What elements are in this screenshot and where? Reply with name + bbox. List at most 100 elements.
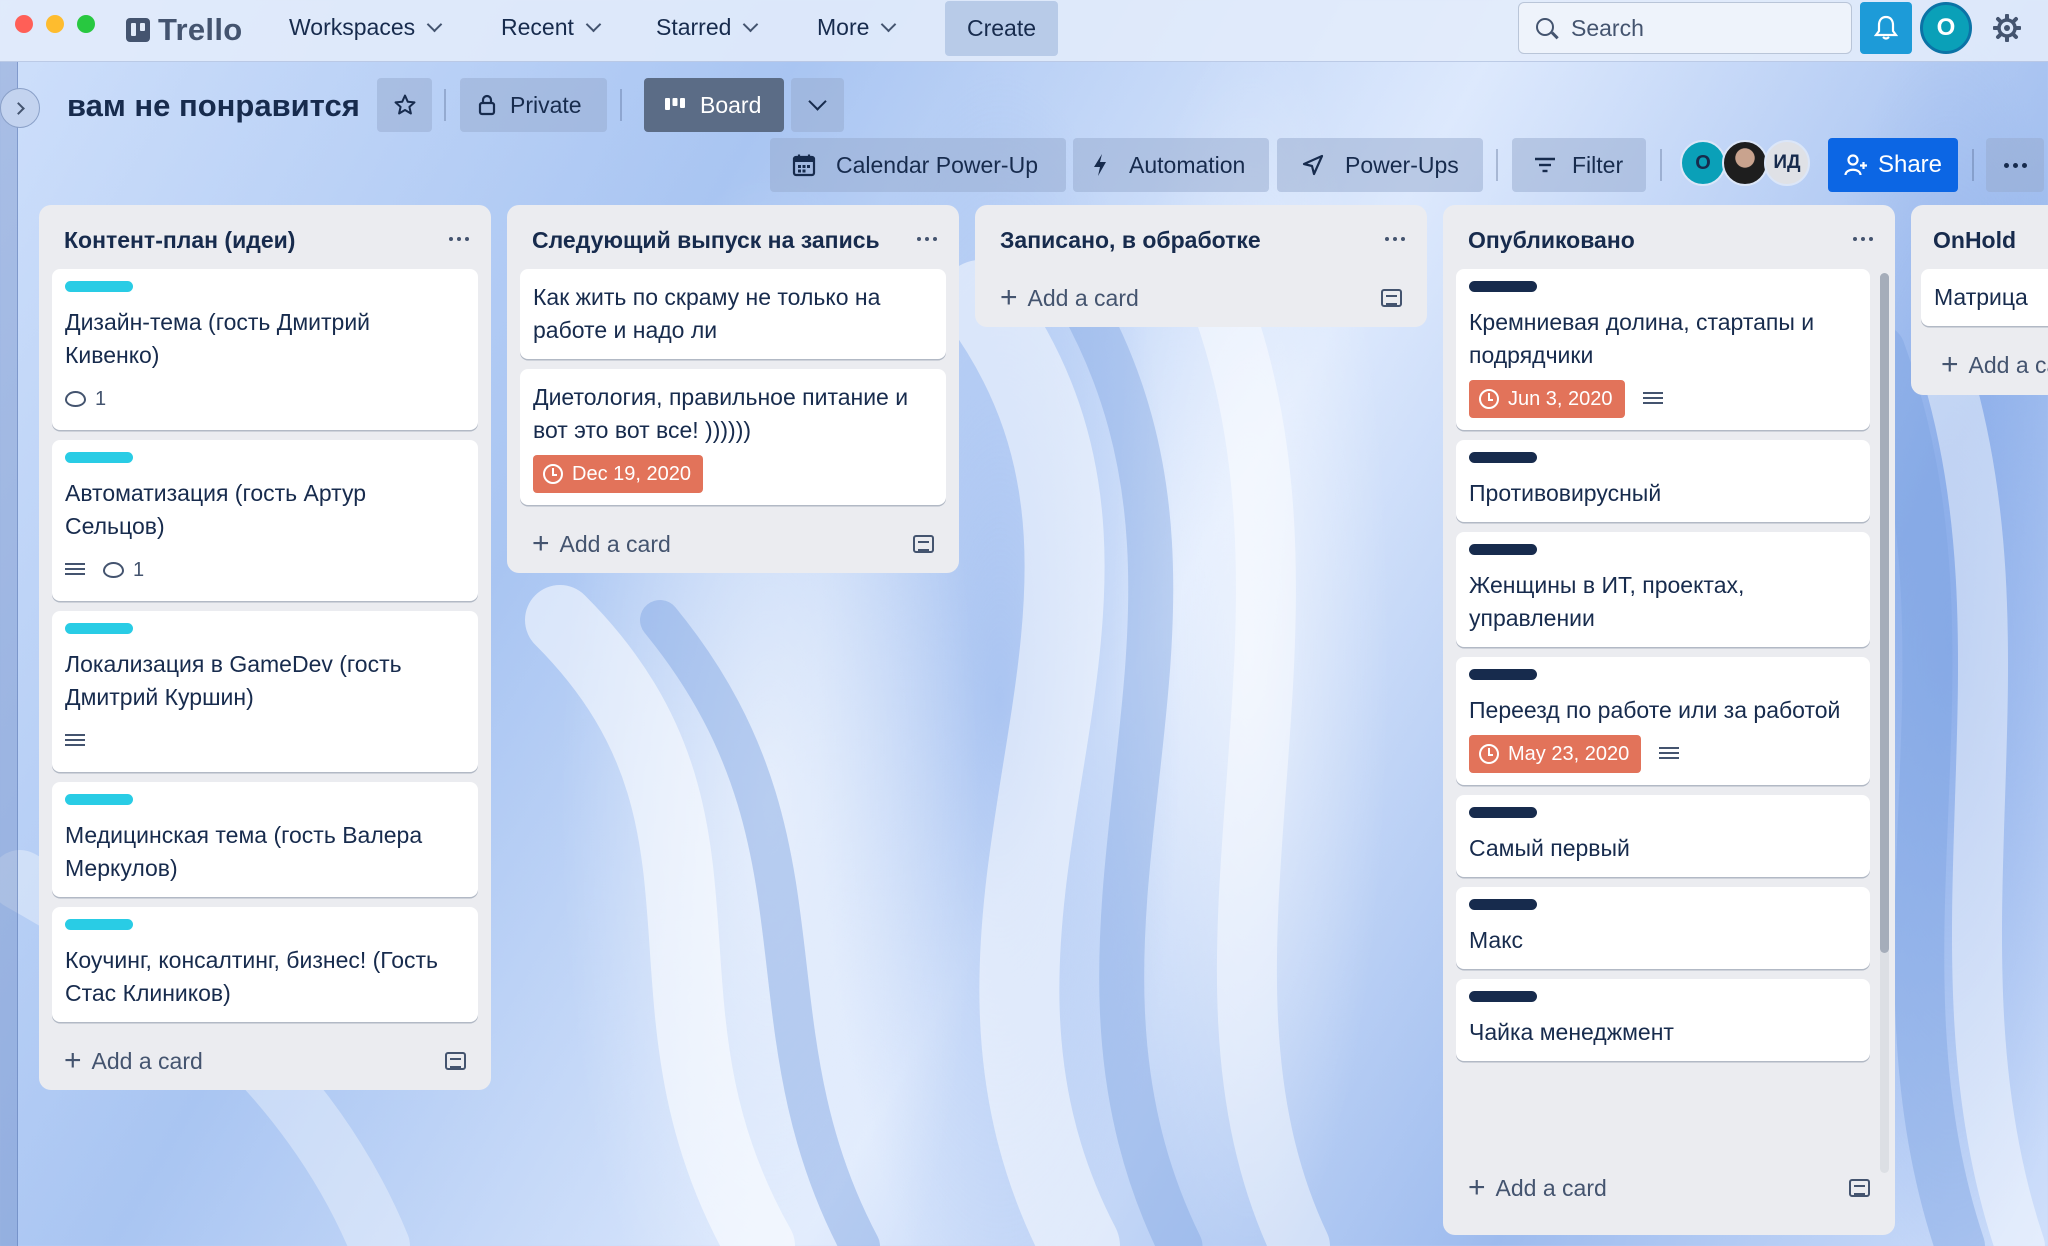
card-label[interactable]: [1469, 544, 1537, 555]
search-placeholder: Search: [1571, 14, 1644, 41]
card[interactable]: Женщины в ИТ, проектах, управлении: [1456, 532, 1870, 647]
account-avatar[interactable]: O: [1920, 2, 1972, 54]
list-menu-button[interactable]: [449, 237, 469, 241]
calendar-powerup-button[interactable]: Calendar Power-Up: [770, 138, 1066, 192]
chevron-down-icon: [585, 16, 602, 33]
card-label[interactable]: [65, 452, 133, 463]
add-card-button[interactable]: + Add a card: [1921, 336, 2048, 394]
card[interactable]: Переезд по работе или за работой May 23, …: [1456, 657, 1870, 785]
card-label[interactable]: [1469, 452, 1537, 463]
list-title[interactable]: Контент-план (идеи): [52, 205, 478, 257]
add-card-button[interactable]: + Add a card: [520, 515, 946, 573]
card-template-icon[interactable]: [913, 535, 934, 553]
list-menu-button[interactable]: [917, 237, 937, 241]
card-badges: Dec 19, 2020: [533, 455, 933, 493]
list-menu-button[interactable]: [1853, 237, 1873, 241]
member-avatar[interactable]: ИД: [1764, 140, 1810, 186]
member-avatar-photo[interactable]: [1722, 140, 1768, 186]
card[interactable]: Медицинская тема (гость Валера Меркулов): [52, 782, 478, 897]
nav-more[interactable]: More: [817, 14, 897, 41]
card[interactable]: Противовирусный: [1456, 440, 1870, 522]
card-template-icon[interactable]: [445, 1052, 466, 1070]
view-switcher-button[interactable]: [791, 78, 844, 132]
notifications-button[interactable]: [1860, 2, 1912, 54]
list-title[interactable]: Следующий выпуск на запись: [520, 205, 946, 257]
member-avatar[interactable]: O: [1680, 140, 1726, 186]
nav-recent[interactable]: Recent: [501, 14, 602, 41]
nav-workspaces[interactable]: Workspaces: [289, 14, 443, 41]
list-title[interactable]: OnHold: [1921, 205, 2048, 257]
list-title[interactable]: Записано, в обработке: [988, 205, 1414, 257]
add-card-button[interactable]: + Add a card: [1456, 1159, 1882, 1217]
add-card-control: + Add a card: [1468, 1173, 1607, 1203]
scrollbar-thumb[interactable]: [1880, 273, 1889, 953]
card-label[interactable]: [1469, 669, 1537, 680]
automation-button[interactable]: Automation: [1073, 138, 1269, 192]
due-date-badge[interactable]: Dec 19, 2020: [533, 455, 703, 493]
card-template-icon[interactable]: [1381, 289, 1402, 307]
card-label[interactable]: [1469, 899, 1537, 910]
minimize-window-button[interactable]: [46, 15, 64, 33]
list-4: Опубликовано Кремниевая долина, стартапы …: [1443, 205, 1895, 1235]
card-label[interactable]: [65, 281, 133, 292]
card-template-icon[interactable]: [1849, 1179, 1870, 1197]
card-title: Медицинская тема (гость Валера Меркулов): [65, 822, 423, 881]
card[interactable]: Коучинг, консалтинг, бизнес! (Гость Стас…: [52, 907, 478, 1022]
card-title: Макс: [1469, 927, 1524, 953]
gear-icon[interactable]: [1993, 14, 2021, 42]
add-card-button[interactable]: + Add a card: [988, 269, 1414, 327]
card[interactable]: Как жить по скраму не только на работе и…: [520, 269, 946, 359]
add-card-button[interactable]: + Add a card: [52, 1032, 478, 1090]
due-date-text: Dec 19, 2020: [572, 462, 691, 485]
card[interactable]: Чайка менеджмент: [1456, 979, 1870, 1061]
card-label[interactable]: [65, 919, 133, 930]
create-button[interactable]: Create: [945, 1, 1058, 56]
description-icon: [65, 734, 85, 748]
nav-starred[interactable]: Starred: [656, 14, 759, 41]
nav-recent-label: Recent: [501, 14, 574, 40]
card[interactable]: Диетология, правильное питание и вот это…: [520, 369, 946, 505]
card-label[interactable]: [1469, 807, 1537, 818]
card[interactable]: Самый первый: [1456, 795, 1870, 877]
due-date-badge[interactable]: May 23, 2020: [1469, 735, 1642, 773]
trello-logo[interactable]: Trello: [126, 12, 243, 48]
list-menu-button[interactable]: [1385, 237, 1405, 241]
star-icon: [394, 94, 415, 115]
expand-sidebar-button[interactable]: [0, 88, 40, 128]
list-1: Контент-план (идеи) Дизайн-тема (гость Дм…: [39, 205, 491, 1090]
share-button[interactable]: Share: [1828, 138, 1958, 192]
powerups-button[interactable]: Power-Ups: [1277, 138, 1483, 192]
plus-icon: +: [1000, 281, 1018, 314]
filter-button[interactable]: Filter: [1512, 138, 1646, 192]
board-view-button[interactable]: Board: [644, 78, 784, 132]
add-card-label: Add a card: [91, 1047, 203, 1074]
card-label[interactable]: [1469, 281, 1537, 292]
card[interactable]: Кремниевая долина, стартапы и подрядчики…: [1456, 269, 1870, 430]
due-date-text: Jun 3, 2020: [1508, 387, 1613, 410]
maximize-window-button[interactable]: [77, 15, 95, 33]
star-board-button[interactable]: [377, 78, 432, 132]
card[interactable]: Автоматизация (гость Артур Сельцов) 1: [52, 440, 478, 601]
card-label[interactable]: [65, 623, 133, 634]
automation-label: Automation: [1129, 151, 1246, 178]
close-window-button[interactable]: [15, 15, 33, 33]
board-members: O ИД: [1680, 140, 1810, 186]
member-initials: O: [1695, 151, 1711, 174]
header-divider: [444, 89, 446, 121]
comment-badge: 1: [65, 388, 106, 411]
board-title[interactable]: вам не понравится: [67, 88, 360, 124]
card[interactable]: Локализация в GameDev (гость Дмитрий Кур…: [52, 611, 478, 772]
card[interactable]: Дизайн-тема (гость Дмитрий Кивенко) 1: [52, 269, 478, 430]
trello-logo-icon: [126, 18, 150, 42]
card-label[interactable]: [65, 794, 133, 805]
card-label[interactable]: [1469, 991, 1537, 1002]
card[interactable]: Матрица: [1921, 269, 2048, 326]
board-menu-button[interactable]: [1986, 138, 2044, 192]
visibility-button[interactable]: Private: [460, 78, 607, 132]
list-scrollbar[interactable]: [1880, 273, 1889, 1173]
card[interactable]: Макс: [1456, 887, 1870, 969]
search-input[interactable]: Search: [1518, 2, 1852, 54]
due-date-badge[interactable]: Jun 3, 2020: [1469, 380, 1625, 418]
list-title[interactable]: Опубликовано: [1456, 205, 1882, 257]
card-badges: May 23, 2020: [1469, 735, 1857, 773]
